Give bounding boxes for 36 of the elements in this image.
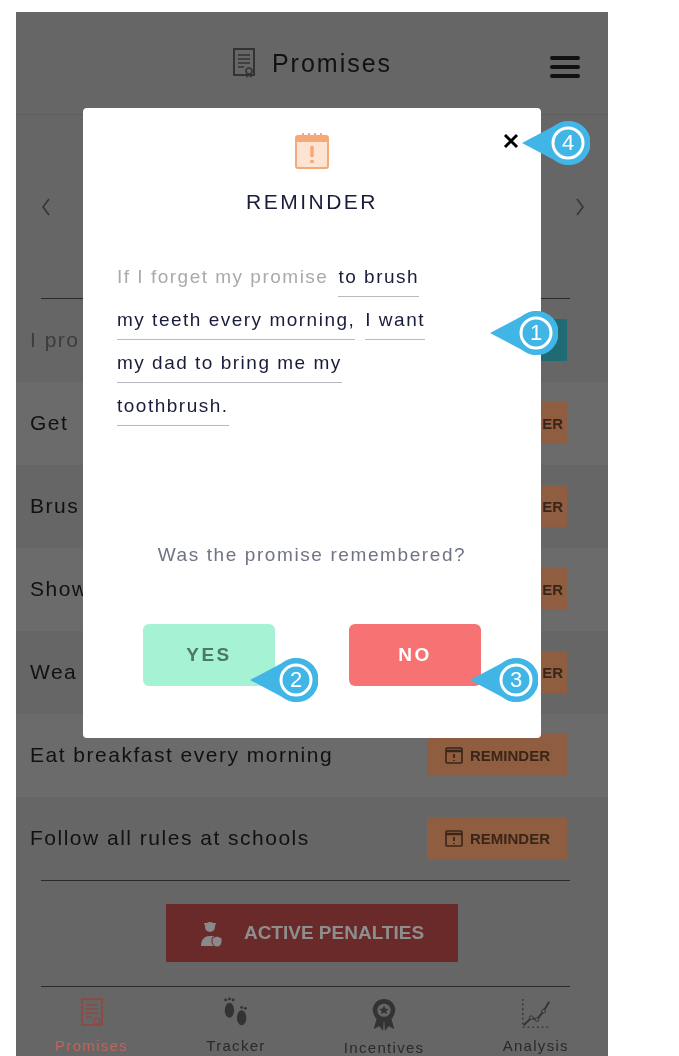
nav-tab[interactable]: Tracker (198, 997, 274, 1054)
nav-tab[interactable]: Analysis (494, 997, 577, 1054)
yes-button[interactable]: YES (143, 624, 275, 686)
promise-text: Brus (30, 494, 80, 519)
line-chart-icon (519, 997, 552, 1029)
promise-text: Eat breakfast every morning (30, 743, 334, 768)
promise-text: Follow all rules at schools (30, 826, 310, 851)
fill-in-field[interactable]: to brush (338, 266, 420, 297)
reminder-button[interactable]: ER (540, 485, 567, 528)
calendar-alert-icon (444, 745, 464, 766)
question-text: Was the promise remembered? (157, 544, 467, 566)
fill-in-field[interactable]: toothbrush. (117, 395, 229, 426)
nav-tab[interactable]: Incentives (335, 997, 433, 1056)
close-icon[interactable] (503, 133, 519, 149)
certificate-icon (79, 997, 104, 1029)
reminder-button[interactable]: REMINDER (427, 734, 567, 777)
fill-in-field[interactable]: my teeth every morning, (117, 309, 356, 340)
officer-icon (199, 919, 224, 948)
menu-icon[interactable] (550, 55, 580, 79)
dialog-title: REMINDER (246, 190, 378, 214)
certificate-icon (231, 47, 256, 80)
prompt-text: If I forget my promise (117, 266, 329, 289)
fill-in-field[interactable]: my dad to bring me my (117, 352, 342, 383)
no-button[interactable]: NO (349, 624, 481, 686)
calendar-alert-icon (294, 132, 330, 170)
reminder-button[interactable]: ER (540, 651, 567, 694)
promise-text: Get (30, 411, 69, 436)
nav-tab[interactable]: Promises (47, 997, 137, 1054)
reminder-button[interactable]: ER (540, 568, 567, 611)
fill-in-field[interactable]: I want (365, 309, 425, 340)
calendar-alert-icon (444, 828, 464, 849)
active-penalties-button[interactable]: ACTIVE PENALTIES (166, 904, 458, 963)
promise-text: Wea (30, 660, 78, 685)
page-title: Promises (271, 48, 393, 78)
reminder-button[interactable]: ER (540, 402, 567, 445)
reminder-button[interactable]: REMINDER (427, 817, 567, 860)
